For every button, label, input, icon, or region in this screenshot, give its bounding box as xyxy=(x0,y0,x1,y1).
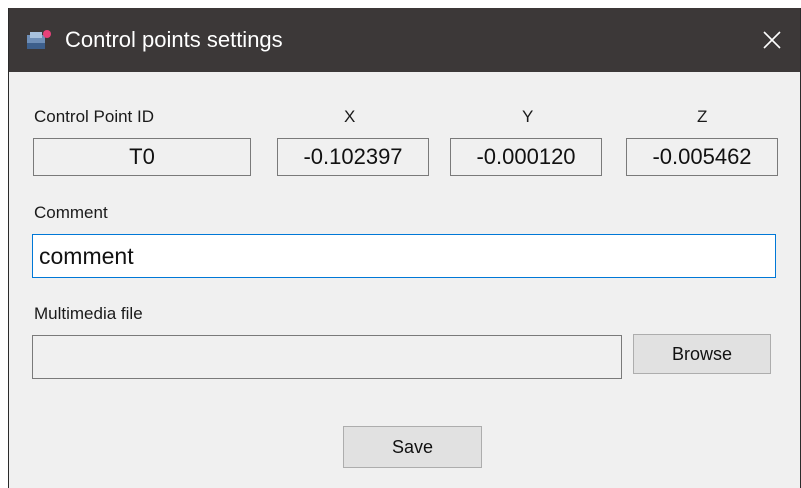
close-icon xyxy=(763,31,781,49)
browse-button[interactable]: Browse xyxy=(633,334,771,374)
comment-label: Comment xyxy=(34,203,108,222)
x-coordinate-field[interactable]: -0.102397 xyxy=(277,138,429,176)
comment-input[interactable] xyxy=(32,234,776,278)
app-icon xyxy=(26,29,52,51)
multimedia-file-input[interactable] xyxy=(32,335,622,379)
z-coordinate-field[interactable]: -0.005462 xyxy=(626,138,778,176)
z-label: Z xyxy=(697,107,708,126)
y-coordinate-field[interactable]: -0.000120 xyxy=(450,138,602,176)
dialog-window: Control points settings Control Point ID… xyxy=(8,8,801,488)
close-button[interactable] xyxy=(744,8,800,72)
control-point-id-field[interactable]: T0 xyxy=(33,138,251,176)
save-button[interactable]: Save xyxy=(343,426,482,468)
control-point-id-label: Control Point ID xyxy=(34,107,154,126)
multimedia-file-label: Multimedia file xyxy=(34,304,143,323)
title-bar: Control points settings xyxy=(9,8,800,72)
y-label: Y xyxy=(522,107,534,126)
window-title: Control points settings xyxy=(65,27,283,52)
x-label: X xyxy=(344,107,356,126)
